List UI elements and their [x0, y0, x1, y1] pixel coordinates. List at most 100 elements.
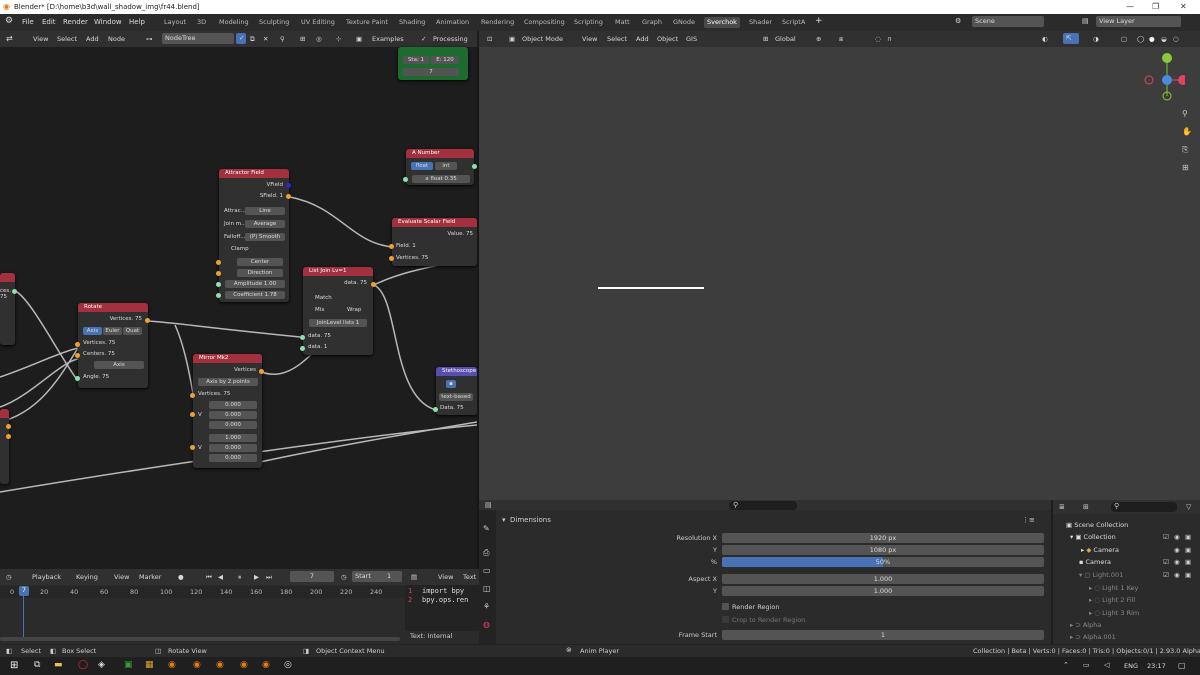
pause-icon[interactable]: ⏸ — [238, 573, 241, 582]
vertices-output-socket[interactable] — [145, 318, 150, 323]
visibility-eye-icon[interactable]: ◉ — [1174, 571, 1180, 579]
solid-shading-icon[interactable]: ● — [1149, 35, 1155, 43]
scene-tab-icon[interactable]: ⚘ — [483, 602, 490, 611]
output-socket-2[interactable] — [6, 434, 11, 439]
tool-tab-icon[interactable]: ✎ — [483, 524, 490, 533]
gizmo-toggle-icon[interactable]: ⇱ — [1063, 33, 1079, 44]
sv-icon[interactable]: ▣ — [356, 35, 362, 43]
tab-scripta[interactable]: ScriptA — [779, 17, 808, 28]
outliner-editor-icon[interactable]: ≣ — [1059, 503, 1065, 511]
keying-menu[interactable]: Keying — [76, 573, 98, 581]
scene-selector[interactable]: Scene — [972, 16, 1044, 27]
outliner-light-rim[interactable]: ▸ ◌ Light 3 Rim — [1089, 609, 1139, 617]
text-view-menu[interactable]: View — [438, 573, 453, 581]
tab-uv-editing[interactable]: UV Editing — [298, 17, 338, 28]
attract-dropdown[interactable]: Line — [245, 207, 285, 215]
data-socket[interactable] — [433, 407, 438, 412]
input-socket[interactable] — [403, 177, 408, 182]
clock[interactable]: 23:17 — [1147, 662, 1166, 670]
tab-sverchok[interactable]: Sverchok — [704, 17, 740, 28]
record-icon[interactable]: ● — [178, 573, 184, 581]
collection-checkbox-icon[interactable]: ☑ — [1163, 571, 1169, 579]
task-view-icon[interactable]: ⧉ — [34, 660, 40, 670]
viewport-menu-object[interactable]: Object — [657, 35, 678, 43]
play-icon[interactable]: ▶ — [254, 573, 259, 581]
centers-socket[interactable] — [75, 353, 80, 358]
center-socket[interactable] — [216, 260, 221, 265]
viewport-menu-view[interactable]: View — [582, 35, 597, 43]
outliner-alpha-001[interactable]: ▸ ⊃ Alpha.001 — [1070, 633, 1116, 641]
timeline-scrollbar[interactable] — [0, 637, 400, 641]
node-examples[interactable]: Examples — [372, 35, 404, 43]
vector-socket-1[interactable] — [190, 412, 195, 417]
fake-user-icon[interactable]: ✓ — [236, 33, 246, 44]
unity-icon[interactable]: ◈ — [98, 660, 105, 670]
collection-checkbox-icon[interactable]: ☑ — [1163, 533, 1169, 541]
join-dropdown[interactable]: Average — [245, 220, 285, 228]
vec1-y[interactable]: 0.000 — [209, 411, 257, 419]
node-menu-view[interactable]: View — [33, 35, 48, 43]
snap-toggle-icon[interactable]: ⧈ — [839, 35, 843, 44]
timeline-ruler[interactable]: 0 20 40 60 80 100 120 140 160 180 200 220 240 — [0, 586, 405, 598]
tab-graph[interactable]: Graph — [639, 17, 665, 28]
pivot-icon[interactable]: ⊕ — [816, 35, 821, 43]
current-frame-field[interactable]: 7 — [290, 571, 334, 582]
outliner-scene-collection[interactable]: ▣ Scene Collection — [1066, 521, 1128, 529]
current-frame-field[interactable]: 7 — [403, 68, 459, 76]
stethoscope-node[interactable]: Stethoscope ▪ text-based Data. 75 — [433, 367, 477, 415]
display-mode-icon[interactable]: ⊞ — [1083, 503, 1089, 511]
vec1-z[interactable]: 0.000 — [209, 421, 257, 429]
world-tab-icon[interactable]: ◍ — [483, 620, 490, 629]
menu-window[interactable]: Window — [94, 18, 122, 26]
mode-dropdown[interactable]: text-based — [439, 393, 473, 401]
tab-shader[interactable]: Shader — [746, 17, 775, 28]
orientation-dropdown[interactable]: Global — [775, 35, 796, 43]
output-socket[interactable] — [12, 289, 17, 294]
node-menu-add[interactable]: Add — [86, 35, 99, 43]
blender-task-icon-2[interactable]: ◉ — [193, 660, 201, 670]
output-tab-icon[interactable]: ▭ — [483, 566, 491, 575]
add-workspace-icon[interactable]: + — [815, 16, 823, 26]
visibility-eye-icon[interactable]: ◉ — [1174, 546, 1180, 554]
viewport-menu-select[interactable]: Select — [607, 35, 627, 43]
render-camera-icon[interactable]: ▣ — [1185, 558, 1191, 566]
a-number-node[interactable]: A Number float int a float 0.35 — [403, 149, 477, 185]
material-shading-icon[interactable]: ◒ — [1161, 35, 1167, 43]
direction-dropdown[interactable]: Direction — [237, 269, 283, 277]
resolution-x-field[interactable]: 1920 px — [722, 533, 1044, 543]
quat-mode-toggle[interactable]: Quat — [123, 327, 142, 335]
coefficient-socket[interactable] — [216, 293, 221, 298]
crop-region-checkbox[interactable] — [722, 616, 729, 623]
falloff-dropdown[interactable]: (P) Smooth — [245, 233, 285, 241]
notifications-icon[interactable]: ▢ — [1178, 661, 1186, 670]
tab-animation[interactable]: Animation — [433, 17, 472, 28]
obs-icon[interactable]: ◎ — [284, 660, 292, 670]
anim-player-job[interactable]: Anim Player — [580, 647, 619, 655]
tab-3d[interactable]: 3D — [194, 17, 209, 28]
overlays-icon[interactable]: ◑ — [1093, 35, 1099, 43]
evaluate-scalar-field-node[interactable]: Evaluate Scalar Field Value. 75 Field. 1… — [389, 218, 477, 266]
menu-render[interactable]: Render — [63, 18, 88, 26]
tab-compositing[interactable]: Compositing — [521, 17, 568, 28]
wireframe-shading-icon[interactable]: ◯ — [1137, 35, 1144, 43]
vertices-socket[interactable] — [75, 342, 80, 347]
wrap-checkbox[interactable]: Wrap — [347, 307, 361, 313]
node-menu-select[interactable]: Select — [57, 35, 77, 43]
dimensions-section-title[interactable]: Dimensions — [510, 516, 551, 524]
end-frame-field[interactable]: E: 120 — [431, 56, 459, 64]
blender-task-icon-4[interactable]: ◉ — [240, 660, 248, 670]
outliner-light-fill[interactable]: ▸ ◌ Light 2 Fill — [1089, 596, 1135, 604]
mix-checkbox[interactable]: Mix — [315, 307, 325, 313]
a-float-field[interactable]: a float 0.35 — [412, 175, 470, 183]
vertices-output-socket[interactable] — [259, 369, 264, 374]
opera-icon[interactable]: ◯ — [78, 660, 88, 670]
section-menu-icon[interactable]: ⋮≡ — [1022, 516, 1035, 524]
maximize-icon[interactable]: ❐ — [1152, 2, 1159, 11]
visibility-icon[interactable]: ◐ — [1042, 35, 1048, 43]
attractor-field-node[interactable]: Attractor Field VField SField. 1 Attrac.… — [216, 169, 291, 302]
node-menu-node[interactable]: Node — [108, 35, 125, 43]
outliner-alpha[interactable]: ▸ ⊃ Alpha — [1070, 621, 1101, 629]
euler-mode-toggle[interactable]: Euler — [103, 327, 122, 335]
processing-toggle[interactable]: Processing — [433, 35, 468, 43]
amplitude-field[interactable]: Amplitude 1.00 — [225, 280, 285, 288]
